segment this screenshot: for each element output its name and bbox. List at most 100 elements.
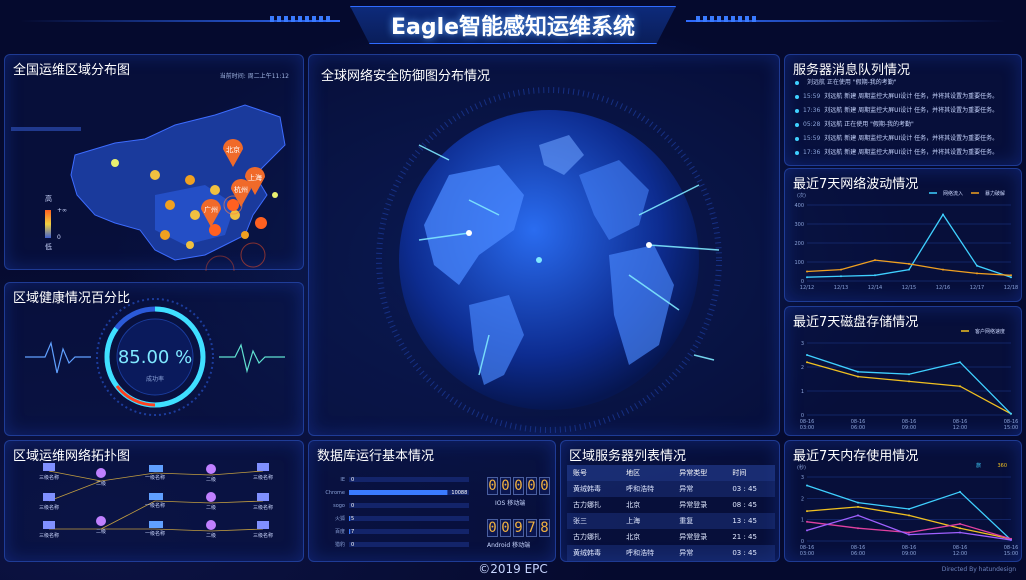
server-list-panel-title: 区域服务器列表情况 bbox=[569, 449, 687, 464]
gauge-sub-label: 成功率 bbox=[146, 375, 164, 383]
odometer-digit: 7 bbox=[526, 519, 537, 537]
x-tick-label: 12/13 bbox=[834, 285, 848, 291]
topo-node-13: 三级名称 bbox=[253, 493, 273, 511]
queue-item[interactable]: 15:59 刘远航 新建 周期监控大屏UI设计 任务，并将其设置为重要任务。 bbox=[795, 91, 998, 100]
db-row-label: IE bbox=[340, 477, 345, 483]
db-bar-track bbox=[349, 542, 469, 547]
db-bar-track bbox=[349, 503, 469, 508]
svg-text:二级: 二级 bbox=[96, 528, 106, 535]
y-tick-label: 3 bbox=[801, 475, 804, 481]
db-bar-track bbox=[349, 529, 469, 534]
topology-diagram[interactable]: 三级名称 三级名称 三级名称 二级 二级 一级名称 一级名称 一级名称 二级 二… bbox=[5, 441, 305, 563]
db-bar-value: 7 bbox=[351, 529, 354, 535]
legend-label: 网络流入 bbox=[943, 190, 963, 197]
x-tick-label: 12/18 bbox=[1004, 285, 1018, 291]
globe-visual[interactable] bbox=[309, 55, 781, 437]
topo-node-5: 二级 bbox=[96, 516, 106, 535]
table-row[interactable]: 古力娜扎 北京 异常登录 08 : 45 bbox=[567, 497, 775, 513]
y-tick-label: 1 bbox=[801, 389, 804, 395]
data-point bbox=[1010, 274, 1012, 277]
data-point bbox=[908, 380, 910, 383]
series-line bbox=[806, 361, 1012, 415]
series-line bbox=[806, 354, 1012, 415]
data-point bbox=[806, 270, 808, 273]
table-row[interactable]: 古力娜扎 北京 异常登录 21 : 45 bbox=[567, 529, 775, 545]
data-point bbox=[857, 505, 859, 508]
queue-item[interactable]: 17:36 刘远航 新建 周期监控大屏UI设计 任务，并将其设置为重要任务。 bbox=[795, 147, 998, 156]
footer-copyright: ©2019 EPC bbox=[478, 562, 548, 576]
odometer-digit: 8 bbox=[539, 519, 550, 537]
data-point bbox=[908, 514, 910, 517]
col-account: 账号 bbox=[567, 465, 621, 481]
svg-text:一级名称: 一级名称 bbox=[145, 502, 165, 509]
server-list-panel: 区域服务器列表情况 账号 地区 异常类型 时间 黄绒韩毒 呼和浩特 异常 03 : 4… bbox=[560, 440, 780, 562]
db-bar-value: 0 bbox=[351, 542, 354, 548]
queue-time: 05:28 bbox=[803, 121, 821, 128]
svg-text:三级名称: 三级名称 bbox=[39, 474, 59, 481]
pin-label-shanghai: 上海 bbox=[248, 173, 262, 182]
series-line bbox=[806, 259, 1012, 276]
queue-time: 17:36 bbox=[803, 107, 821, 114]
network-line-chart: 4003002001000(次)12/12 12/13 12/14 12/15 12/1… bbox=[794, 190, 1018, 291]
db-row-label: sogo bbox=[333, 503, 345, 509]
x-tick-label: 12/17 bbox=[970, 285, 984, 291]
data-point bbox=[908, 268, 910, 271]
network-chart-panel: 最近7天网络波动情况 400 300 200 100 0 (次) 12/12 12/13 12/… bbox=[784, 168, 1022, 302]
queue-item[interactable]: 刘远航 正在使用 "假期-我的考勤" bbox=[795, 77, 897, 86]
x-tick-label: 03:00 bbox=[800, 425, 814, 431]
data-point bbox=[959, 490, 961, 493]
data-point bbox=[959, 527, 961, 530]
data-point bbox=[1010, 538, 1012, 541]
y-tick-label: 100 bbox=[794, 260, 804, 266]
queue-dot bbox=[795, 94, 799, 99]
data-point bbox=[806, 510, 808, 513]
pin-label-beijing: 北京 bbox=[226, 145, 240, 154]
page-title: Eagle智能感知运维系统 bbox=[350, 6, 676, 44]
queue-panel-title: 服务器消息队列情况 bbox=[793, 63, 911, 78]
y-tick-label: 400 bbox=[794, 203, 804, 209]
queue-item[interactable]: 15:59 刘远航 新建 周期监控大屏UI设计 任务，并将其设置为重要任务。 bbox=[795, 133, 998, 142]
legend-label: 旅 bbox=[976, 462, 981, 469]
data-point bbox=[1010, 276, 1012, 279]
x-tick-label: 12/16 bbox=[936, 285, 950, 291]
table-row[interactable]: 张三 上海 重复 13 : 45 bbox=[567, 513, 775, 529]
data-point bbox=[908, 373, 910, 376]
y-axis-label: (秒) bbox=[797, 464, 806, 471]
svg-text:三级名称: 三级名称 bbox=[253, 532, 273, 539]
queue-item[interactable]: 17:36 刘远航 新建 周期监控大屏UI设计 任务，并将其设置为重要任务。 bbox=[795, 105, 998, 114]
x-tick-label: 06:00 bbox=[851, 551, 865, 557]
map-legend-low: 低 bbox=[45, 242, 52, 251]
odometer-digit: 9 bbox=[513, 519, 524, 537]
table-row[interactable]: 黄绒韩毒 呼和浩特 异常 03 : 45 bbox=[567, 545, 775, 561]
svg-text:三级名称: 三级名称 bbox=[39, 532, 59, 539]
data-point bbox=[857, 527, 859, 530]
health-panel: 区域健康情况百分比 85.00 % 成功率 bbox=[4, 282, 304, 436]
queue-time: 17:36 bbox=[803, 149, 821, 156]
queue-dot bbox=[795, 136, 799, 141]
map-legend-bar bbox=[45, 210, 51, 238]
queue-dot bbox=[795, 80, 799, 85]
col-region: 地区 bbox=[620, 465, 674, 481]
data-point bbox=[976, 272, 978, 275]
data-point bbox=[874, 259, 876, 262]
memory-chart-panel: 最近7天内存使用情况 3 2 1 0 (秒) 08-16 03:00 08-16 06:00 08… bbox=[784, 440, 1022, 562]
gauge-percent: 85.00 % bbox=[118, 347, 192, 368]
china-map[interactable]: 北京 上海 杭州 广州 高 低 +∞ 0 bbox=[5, 55, 305, 271]
disk-chart-panel: 最近7天磁盘存储情况 3 2 1 0 08-16 03:00 08-16 06:00 08-16… bbox=[784, 306, 1022, 436]
db-row-label: 百度 bbox=[335, 528, 345, 535]
queue-text: 刘远航 正在使用 "假期-我的考勤" bbox=[807, 79, 897, 86]
svg-text:二级: 二级 bbox=[206, 532, 216, 539]
queue-text: 刘远航 新建 周期监控大屏UI设计 任务，并将其设置为重要任务。 bbox=[824, 149, 999, 156]
legend-label: 360 bbox=[997, 463, 1007, 469]
ios-counter: 00000 bbox=[487, 477, 550, 495]
db-panel: 数据库运行基本情况 IE 0 Chrome 10088 sogo 0 火狐 5 百度 7 猎豹 0 0… bbox=[308, 440, 556, 562]
y-tick-label: 2 bbox=[801, 496, 804, 502]
odometer-digit: 0 bbox=[487, 519, 498, 537]
topo-node-10: 二级 bbox=[206, 492, 216, 511]
map-legend-high: 高 bbox=[45, 194, 52, 203]
table-row[interactable]: 黄绒韩毒 呼和浩特 异常 03 : 45 bbox=[567, 481, 775, 497]
data-point bbox=[857, 375, 859, 378]
data-point bbox=[806, 276, 808, 279]
queue-item[interactable]: 05:28 刘远航 正在使用 "假期-我的考勤" bbox=[795, 119, 914, 128]
x-tick-label: 09:00 bbox=[902, 551, 916, 557]
